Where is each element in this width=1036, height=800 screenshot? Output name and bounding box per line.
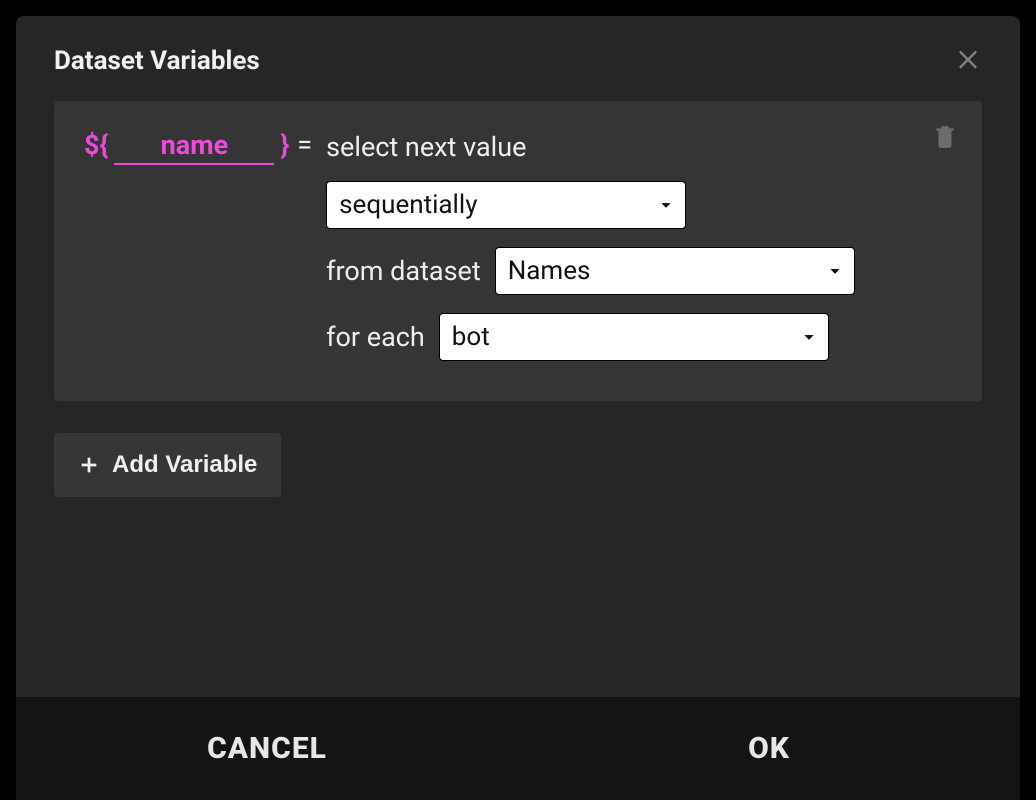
add-variable-label: Add Variable (112, 451, 257, 479)
plus-icon (78, 454, 100, 476)
modal-header: Dataset Variables (16, 16, 1020, 101)
dataset-select[interactable]: Names (495, 247, 855, 295)
variable-card: ${ } = select next value sequentially (54, 101, 982, 401)
foreach-select[interactable]: bot (439, 313, 829, 361)
mode-select[interactable]: sequentially (326, 181, 686, 229)
from-dataset-label: from dataset (326, 255, 481, 287)
close-icon (954, 44, 982, 72)
mode-select-line: sequentially (326, 181, 855, 229)
equals-sign: = (297, 129, 312, 161)
variable-definition: ${ } = (84, 129, 312, 165)
close-button[interactable] (954, 44, 982, 77)
foreach-line: for each bot (326, 313, 855, 361)
modal-title: Dataset Variables (54, 46, 260, 76)
dataset-variables-modal: Dataset Variables ${ } = select next val… (16, 16, 1020, 800)
var-close-brace: } (280, 129, 289, 161)
ok-button[interactable]: OK (518, 697, 1020, 800)
variable-config: select next value sequentially from data… (326, 129, 855, 361)
select-next-label: select next value (326, 131, 526, 163)
variable-name-input[interactable] (114, 129, 274, 165)
add-variable-button[interactable]: Add Variable (54, 433, 281, 497)
modal-footer: CANCEL OK (16, 697, 1020, 800)
for-each-label: for each (326, 321, 425, 353)
var-open-brace: ${ (84, 129, 108, 161)
variable-row: ${ } = select next value sequentially (84, 129, 952, 361)
cancel-button[interactable]: CANCEL (16, 697, 518, 800)
dataset-line: from dataset Names (326, 247, 855, 295)
trash-icon (932, 123, 958, 149)
modal-body: ${ } = select next value sequentially (16, 101, 1020, 697)
select-mode-line: select next value (326, 131, 855, 163)
delete-variable-button[interactable] (932, 123, 958, 153)
